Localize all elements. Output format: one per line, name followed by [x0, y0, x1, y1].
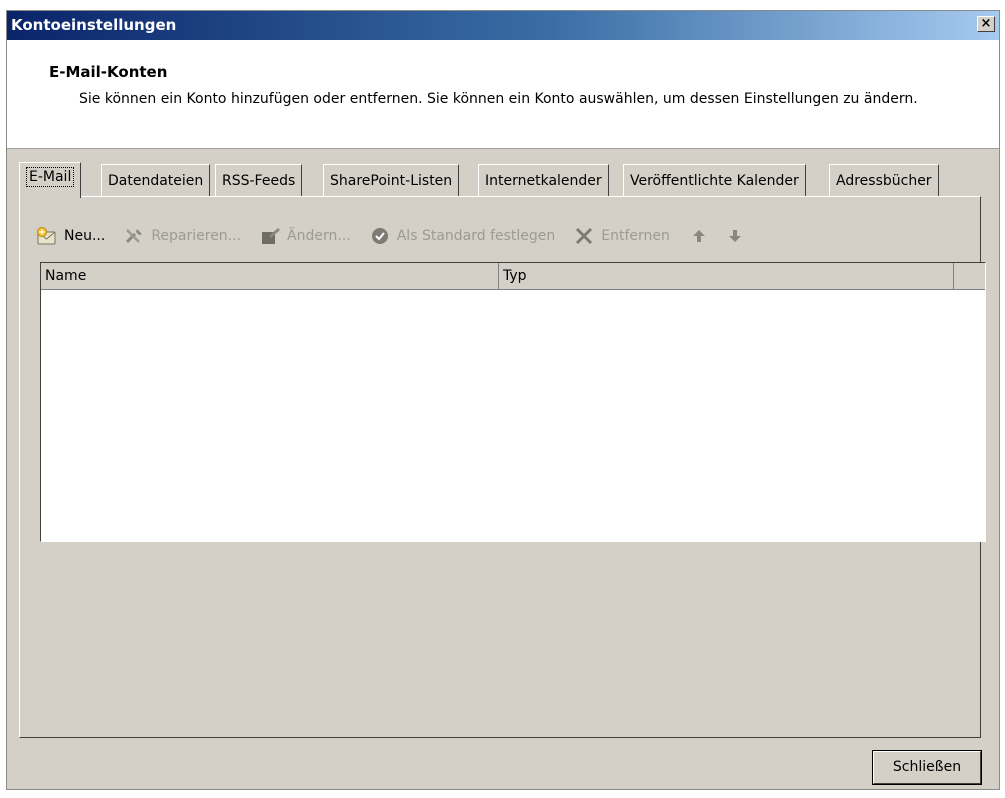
- section-description: Sie können ein Konto hinzufügen oder ent…: [79, 91, 918, 107]
- remove-label: Entfernen: [601, 228, 670, 244]
- tab-address-books[interactable]: Adressbücher: [829, 164, 939, 197]
- change-label: Ändern...: [287, 228, 351, 244]
- new-account-button[interactable]: Neu...: [36, 226, 105, 246]
- set-default-button[interactable]: Als Standard festlegen: [369, 226, 556, 246]
- new-account-label: Neu...: [64, 228, 106, 244]
- new-account-icon: [36, 226, 58, 246]
- repair-button[interactable]: Reparieren...: [123, 226, 241, 246]
- tab-internet-calendars[interactable]: Internetkalender: [478, 164, 609, 197]
- move-up-button[interactable]: [688, 226, 716, 246]
- tab-sharepoint-lists[interactable]: SharePoint-Listen: [323, 164, 460, 197]
- set-default-label: Als Standard festlegen: [396, 228, 556, 244]
- repair-label: Reparieren...: [151, 228, 242, 244]
- email-tab-panel: Neu... Reparieren... Ändern... Als Stand…: [19, 196, 986, 738]
- column-header-type[interactable]: Typ: [499, 263, 954, 289]
- tab-published-calendars[interactable]: Veröffentlichte Kalender: [623, 164, 806, 197]
- arrow-down-icon: [724, 226, 746, 246]
- account-toolbar: Neu... Reparieren... Ändern... Als Stand…: [36, 223, 770, 249]
- arrow-up-icon: [688, 226, 710, 246]
- column-header-name[interactable]: Name: [41, 263, 499, 289]
- move-down-button[interactable]: [724, 226, 752, 246]
- remove-button[interactable]: Entfernen: [573, 226, 670, 246]
- account-settings-dialog: Kontoeinstellungen × E-Mail-Konten Sie k…: [6, 10, 1000, 790]
- account-list[interactable]: Name Typ: [40, 262, 986, 542]
- close-button[interactable]: Schließen: [872, 750, 982, 785]
- checkmark-icon: [369, 226, 391, 246]
- section-title: E-Mail-Konten: [49, 63, 168, 81]
- tab-data-files[interactable]: Datendateien: [101, 164, 211, 197]
- window-title: Kontoeinstellungen: [11, 16, 177, 34]
- repair-icon: [123, 226, 145, 246]
- title-bar: Kontoeinstellungen ×: [7, 11, 999, 40]
- change-icon: [259, 226, 281, 246]
- header-band: E-Mail-Konten Sie können ein Konto hinzu…: [7, 40, 999, 149]
- change-button[interactable]: Ändern...: [259, 226, 351, 246]
- tab-rss-feeds[interactable]: RSS-Feeds: [215, 164, 303, 197]
- list-header: Name Typ: [41, 263, 985, 290]
- tab-email[interactable]: E-Mail: [19, 162, 82, 198]
- remove-icon: [573, 226, 595, 246]
- close-window-button[interactable]: ×: [977, 16, 995, 32]
